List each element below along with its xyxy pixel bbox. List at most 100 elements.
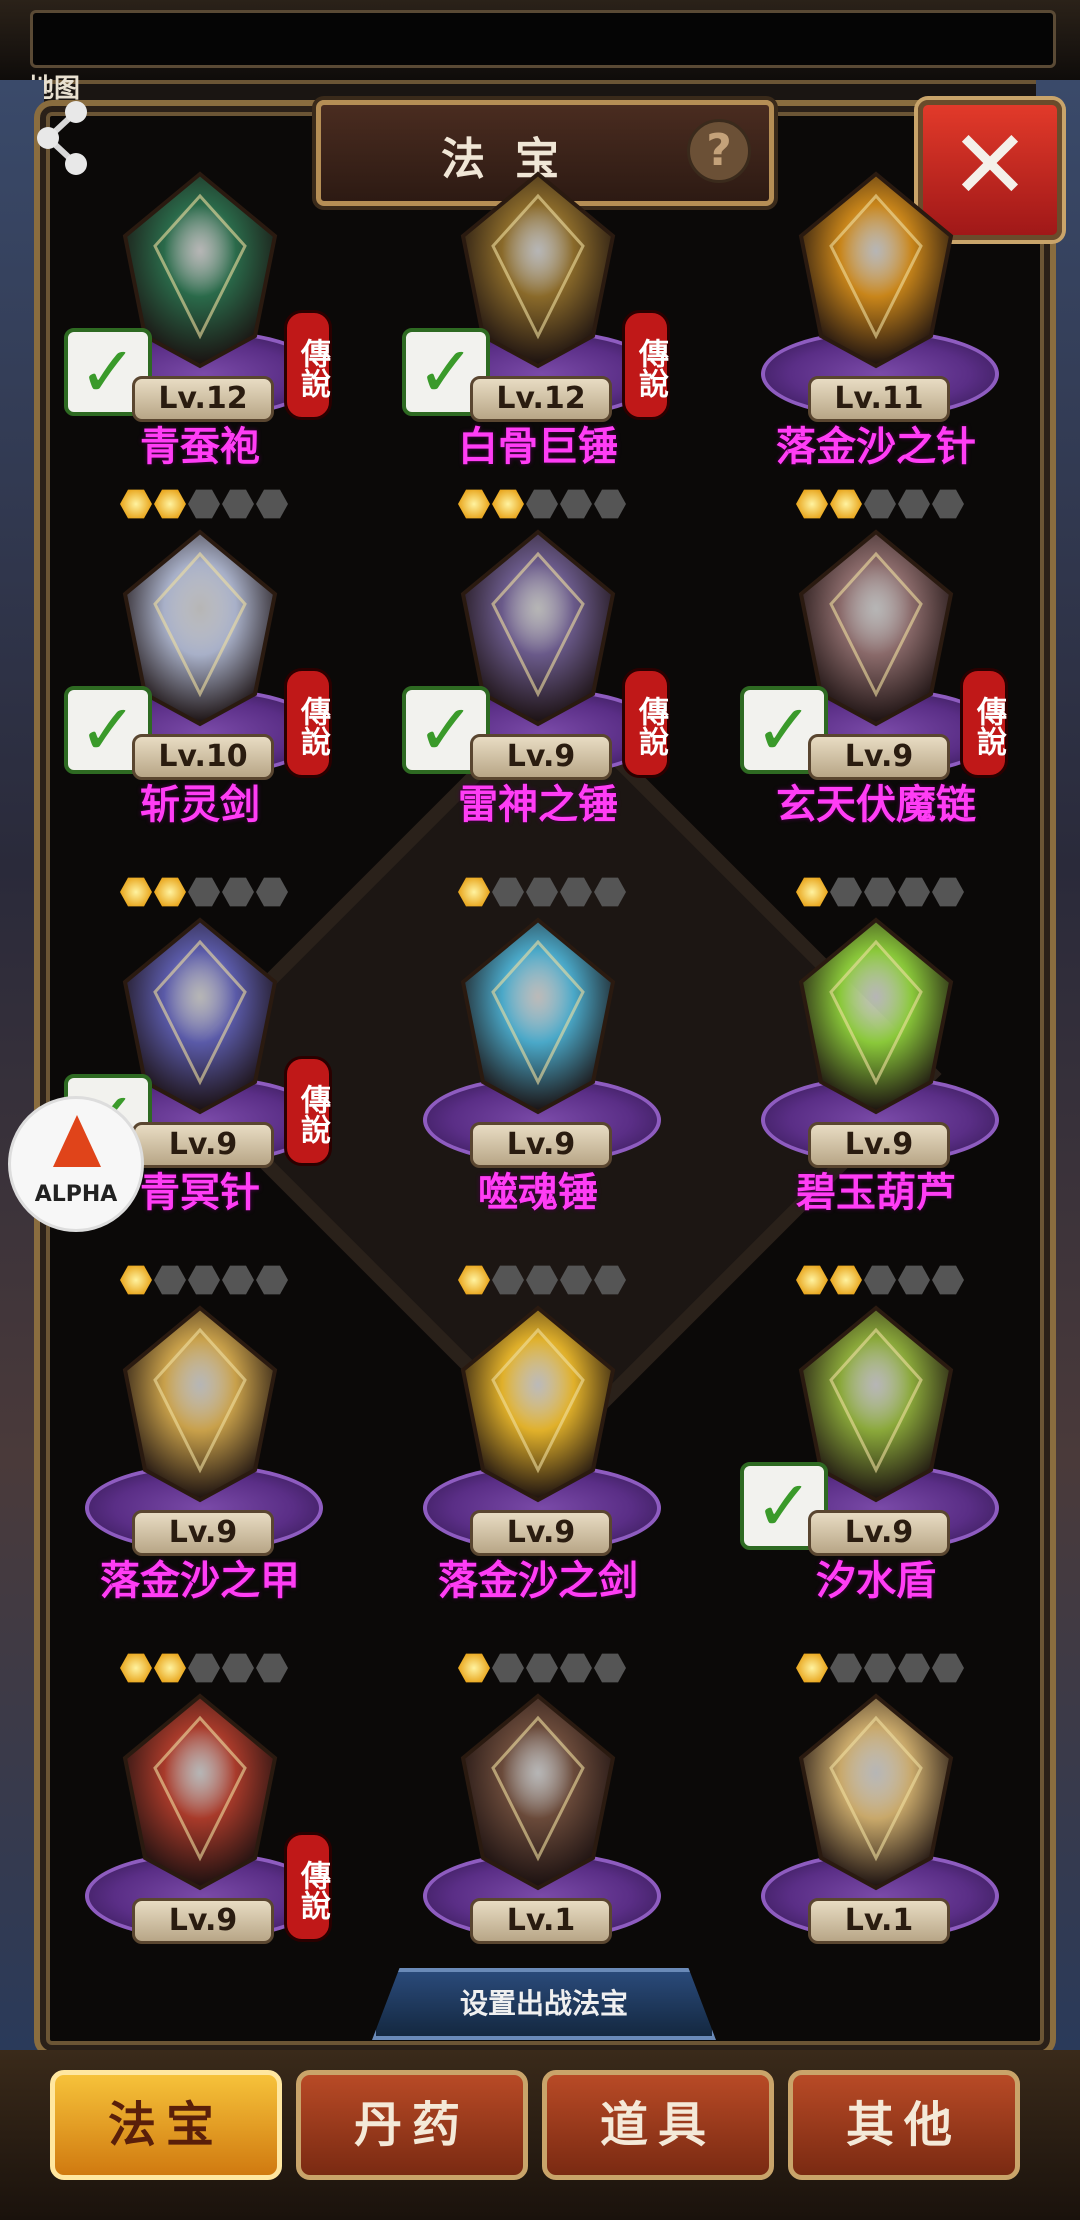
star-icon: [796, 1653, 828, 1683]
star-icon: [560, 1265, 592, 1295]
star-icon: [492, 1653, 524, 1683]
tab-treasure[interactable]: 法宝: [50, 2070, 282, 2180]
star-icon: [492, 489, 524, 519]
item-name: 落金沙之剑: [438, 1558, 638, 1604]
star-rating: [120, 488, 300, 522]
treasure-item[interactable]: 傳說 ✓ Lv.9 玄天伏魔链: [736, 488, 1016, 858]
item-name: 玄天伏魔链: [776, 782, 976, 828]
treasure-item[interactable]: 傳說 Lv.9: [60, 1652, 340, 2022]
treasure-item[interactable]: Lv.9 落金沙之剑: [398, 1264, 678, 1634]
treasure-item[interactable]: Lv.11 落金沙之针: [736, 130, 1016, 500]
item-name: 雷神之锤: [458, 782, 618, 828]
treasure-art: [761, 1688, 991, 1898]
star-icon: [594, 877, 626, 907]
star-rating: [120, 876, 300, 910]
star-icon: [120, 877, 152, 907]
star-icon: [932, 1265, 964, 1295]
star-icon: [188, 489, 220, 519]
star-icon: [796, 877, 828, 907]
treasure-item[interactable]: ✓ Lv.9 汐水盾: [736, 1264, 1016, 1634]
star-icon: [256, 1653, 288, 1683]
star-icon: [492, 1265, 524, 1295]
item-name: 青蚕袍: [140, 424, 260, 470]
item-name: 白骨巨锤: [458, 424, 618, 470]
star-icon: [154, 1653, 186, 1683]
treasure-art: [423, 1688, 653, 1898]
treasure-item[interactable]: 傳說 ✓ Lv.10 斩灵剑: [60, 488, 340, 858]
star-icon: [932, 877, 964, 907]
item-name: 落金沙之针: [776, 424, 976, 470]
star-icon: [864, 1265, 896, 1295]
star-icon: [154, 1265, 186, 1295]
legend-badge: 傳說: [284, 668, 332, 778]
star-icon: [458, 1265, 490, 1295]
star-icon: [932, 1653, 964, 1683]
treasure-item[interactable]: Lv.9 碧玉葫芦: [736, 876, 1016, 1246]
item-level: Lv.1: [808, 1898, 950, 1944]
set-battle-treasure-button[interactable]: 设置出战法宝: [372, 1968, 716, 2040]
star-icon: [154, 877, 186, 907]
alpha-badge[interactable]: ALPHA: [8, 1096, 144, 1232]
star-icon: [898, 489, 930, 519]
legend-badge: 傳說: [622, 668, 670, 778]
star-icon: [560, 1653, 592, 1683]
star-icon: [864, 489, 896, 519]
star-icon: [256, 877, 288, 907]
star-icon: [526, 1653, 558, 1683]
star-icon: [154, 489, 186, 519]
item-level: Lv.1: [470, 1898, 612, 1944]
bottom-tabs: 法宝 丹药 道具 其他: [0, 2050, 1080, 2220]
star-icon: [188, 1265, 220, 1295]
star-icon: [830, 489, 862, 519]
star-icon: [594, 1653, 626, 1683]
star-icon: [526, 877, 558, 907]
star-icon: [560, 877, 592, 907]
alpha-logo-icon: [53, 1115, 101, 1167]
legend-badge: 傳說: [284, 1056, 332, 1166]
star-icon: [830, 877, 862, 907]
treasure-item[interactable]: Lv.1: [736, 1652, 1016, 2022]
legend-badge: 傳說: [622, 310, 670, 420]
star-icon: [594, 489, 626, 519]
treasure-art: [761, 166, 991, 376]
tab-elixir[interactable]: 丹药: [296, 2070, 528, 2180]
star-icon: [864, 1653, 896, 1683]
star-icon: [796, 489, 828, 519]
star-rating: [458, 1652, 638, 1686]
tab-props[interactable]: 道具: [542, 2070, 774, 2180]
star-icon: [458, 1653, 490, 1683]
star-icon: [898, 1265, 930, 1295]
star-icon: [526, 1265, 558, 1295]
star-icon: [222, 877, 254, 907]
star-icon: [256, 1265, 288, 1295]
item-name: 斩灵剑: [140, 782, 260, 828]
treasure-item[interactable]: 傳說 ✓ Lv.9 雷神之锤: [398, 488, 678, 858]
treasure-item[interactable]: Lv.1: [398, 1652, 678, 2022]
star-icon: [222, 489, 254, 519]
legend-badge: 傳說: [284, 310, 332, 420]
item-name: 噬魂锤: [478, 1170, 598, 1216]
tab-other[interactable]: 其他: [788, 2070, 1020, 2180]
star-icon: [898, 1653, 930, 1683]
treasure-item[interactable]: 傳說 ✓ Lv.12 青蚕袍: [60, 130, 340, 500]
star-icon: [458, 489, 490, 519]
star-rating: [796, 876, 976, 910]
star-icon: [120, 1265, 152, 1295]
star-icon: [594, 1265, 626, 1295]
star-icon: [222, 1265, 254, 1295]
star-rating: [120, 1264, 300, 1298]
star-icon: [830, 1653, 862, 1683]
legend-badge: 傳說: [284, 1832, 332, 1942]
star-icon: [864, 877, 896, 907]
item-name: 落金沙之甲: [100, 1558, 300, 1604]
star-icon: [256, 489, 288, 519]
treasure-item[interactable]: 傳說 ✓ Lv.12 白骨巨锤: [398, 130, 678, 500]
star-rating: [458, 1264, 638, 1298]
treasure-item[interactable]: Lv.9 噬魂锤: [398, 876, 678, 1246]
treasure-item[interactable]: Lv.9 落金沙之甲: [60, 1264, 340, 1634]
item-level: Lv.9: [132, 1898, 274, 1944]
star-icon: [188, 877, 220, 907]
treasure-art: [85, 1688, 315, 1898]
treasure-art: [423, 912, 653, 1122]
star-icon: [188, 1653, 220, 1683]
